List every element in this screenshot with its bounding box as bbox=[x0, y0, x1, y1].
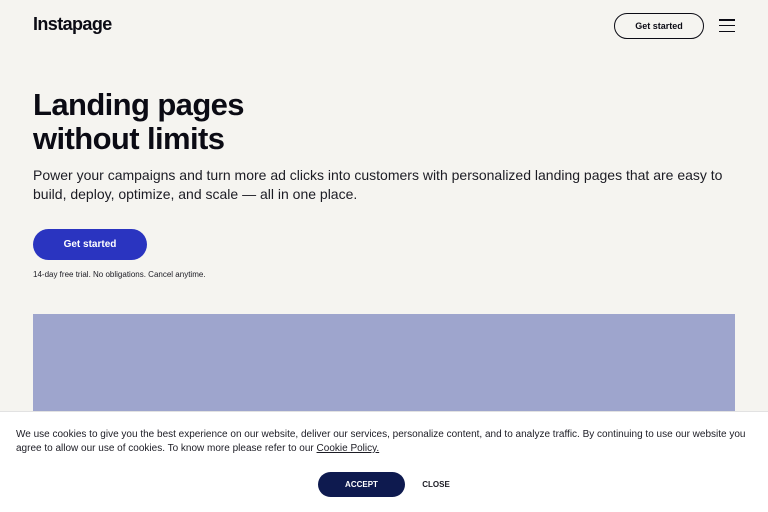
hero-subtitle: Power your campaigns and turn more ad cl… bbox=[33, 167, 723, 202]
close-cookie-banner-button[interactable]: CLOSE bbox=[412, 472, 460, 497]
trial-note: 14-day free trial. No obligations. Cance… bbox=[33, 270, 206, 279]
hero-title: Landing pages without limits bbox=[33, 88, 433, 156]
hero-title-line-2: without limits bbox=[33, 121, 225, 156]
menu-icon-bar bbox=[719, 24, 735, 27]
site-header: Instapage Get started bbox=[0, 0, 768, 52]
accept-cookies-button[interactable]: ACCEPT bbox=[318, 472, 405, 497]
page: Instapage Get started Landing pages with… bbox=[0, 0, 768, 512]
cookie-banner: We use cookies to give you the best expe… bbox=[0, 411, 768, 512]
header-get-started-button[interactable]: Get started bbox=[614, 13, 704, 39]
hero-get-started-button[interactable]: Get started bbox=[33, 229, 147, 260]
hamburger-menu-icon[interactable] bbox=[719, 19, 735, 32]
hero-media-placeholder bbox=[33, 314, 735, 424]
hero-title-line-1: Landing pages bbox=[33, 87, 245, 122]
cookie-text: We use cookies to give you the best expe… bbox=[16, 428, 746, 456]
menu-icon-bar bbox=[719, 19, 735, 21]
cookie-policy-link[interactable]: Cookie Policy. bbox=[317, 443, 380, 454]
cookie-message: We use cookies to give you the best expe… bbox=[16, 429, 746, 454]
instapage-logo[interactable]: Instapage bbox=[33, 14, 112, 35]
menu-icon-bar bbox=[719, 30, 735, 32]
